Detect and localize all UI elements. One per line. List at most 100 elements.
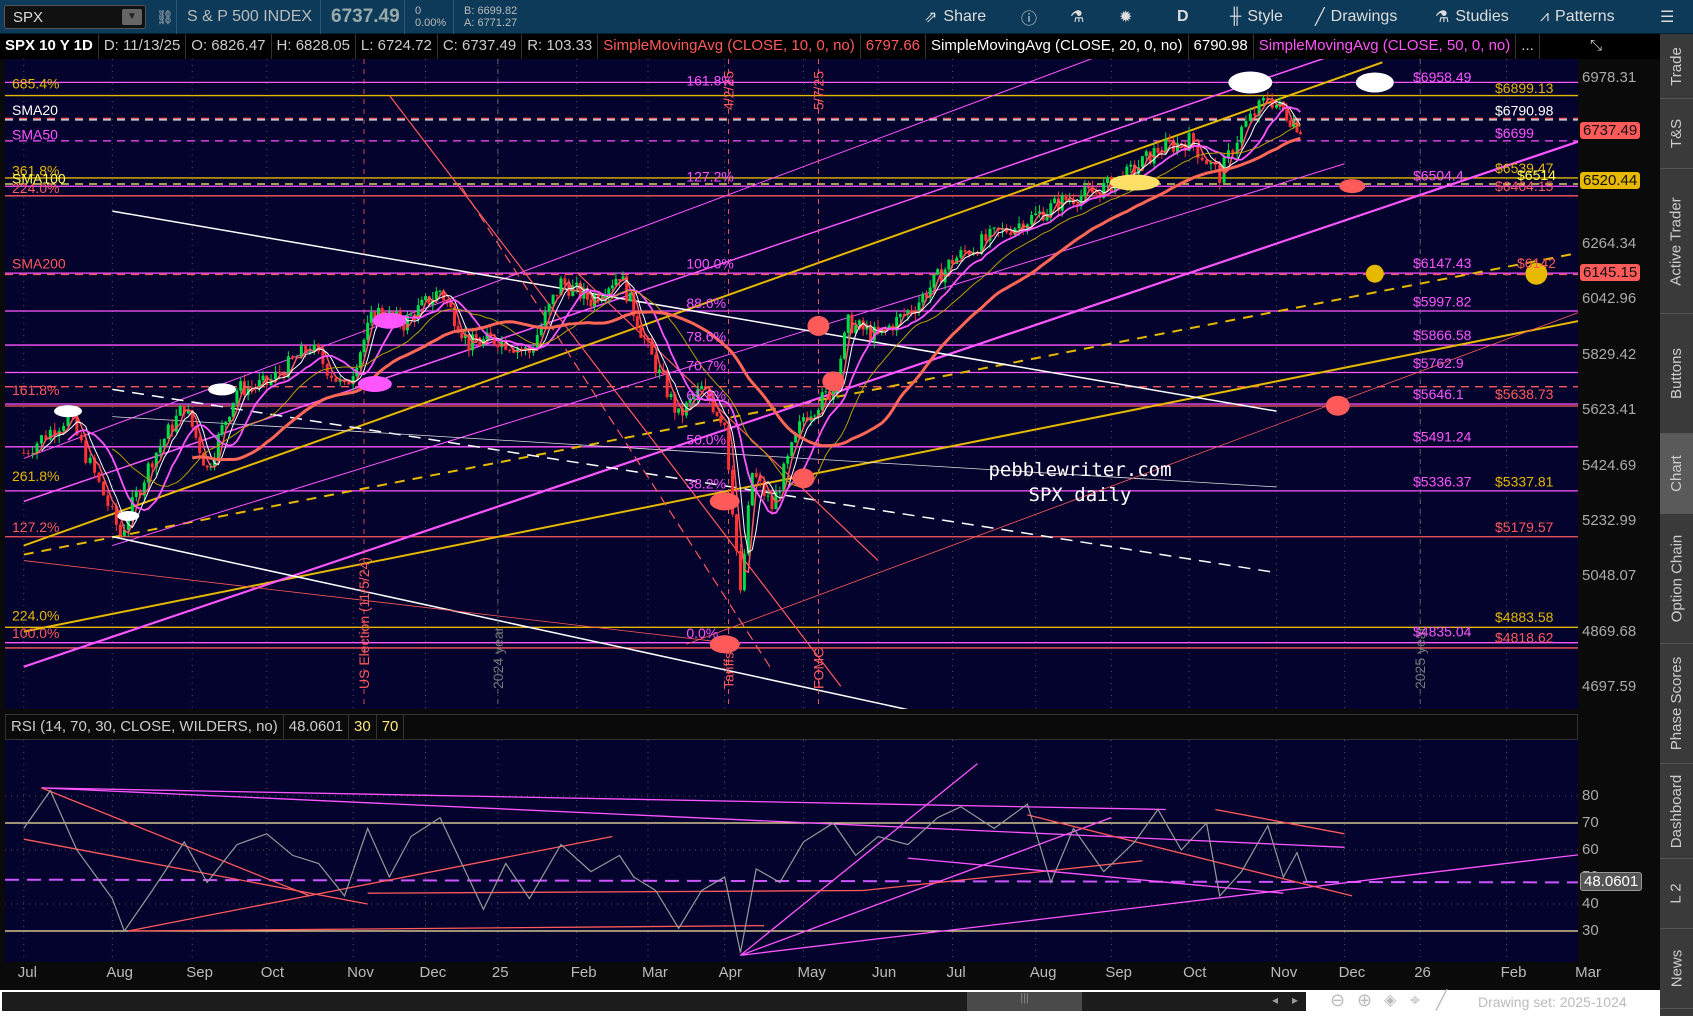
rsi-chart[interactable] bbox=[5, 740, 1578, 962]
highlight-marker bbox=[117, 510, 140, 521]
candle-body bbox=[603, 296, 607, 298]
sidebar-tab-label: Dashboard bbox=[1668, 774, 1686, 848]
candle-body bbox=[635, 316, 639, 328]
candle-body bbox=[434, 291, 438, 300]
study-sma10[interactable]: SimpleMovingAvg (CLOSE, 10, 0, no) bbox=[598, 34, 861, 59]
pencil-icon: ╱ bbox=[1315, 9, 1325, 26]
time-axis[interactable]: Jul Aug Sep Oct Nov Dec 25 Feb Mar Apr May Jun Jul Au… bbox=[5, 962, 1601, 986]
scrollbar-thumb[interactable]: ||| bbox=[967, 992, 1082, 1011]
candle-body bbox=[936, 269, 940, 275]
sidebar-tab-buttons[interactable]: Buttons bbox=[1660, 314, 1693, 434]
bid-value: B: 6699.82 bbox=[464, 5, 518, 17]
study-sma50[interactable]: SimpleMovingAvg (CLOSE, 50, 0, no) bbox=[1254, 34, 1517, 59]
info-button[interactable]: ⓘ bbox=[1021, 0, 1037, 34]
aggregation-button[interactable]: D bbox=[1177, 0, 1189, 34]
bid-ask: B: 6699.82 A: 6771.27 bbox=[453, 0, 517, 34]
sidebar-tab-t-s[interactable]: T&S bbox=[1660, 99, 1693, 169]
sidebar-tab-label: Phase Scores bbox=[1668, 656, 1686, 751]
candle-body bbox=[261, 375, 265, 381]
rsi-line bbox=[23, 789, 1308, 953]
price-badge: 6520.44 bbox=[1580, 172, 1641, 190]
study-sma20[interactable]: SimpleMovingAvg (CLOSE, 20, 0, no) bbox=[926, 34, 1189, 59]
fib-extension-label: 161.8% bbox=[12, 382, 59, 398]
menu-button[interactable]: ☰ bbox=[1660, 0, 1674, 34]
candle-body bbox=[205, 465, 209, 468]
fib-retracement-label: 88.6% bbox=[686, 295, 726, 311]
flask-icon: ⚗ bbox=[1070, 9, 1085, 26]
drawings-button[interactable]: ╱ Drawings bbox=[1315, 0, 1397, 34]
candle-body bbox=[1106, 177, 1110, 183]
price-chart[interactable]: US Election (11/5/24) 2024 year4/2/25Tari… bbox=[5, 59, 1578, 709]
sidebar-tab-label: Trade bbox=[1668, 46, 1686, 86]
rsi-value: 48.0601 bbox=[284, 715, 350, 739]
drawing-icon[interactable]: ╱ bbox=[1436, 990, 1447, 1011]
rsi-study-name[interactable]: RSI (14, 70, 30, CLOSE, WILDERS, no) bbox=[6, 715, 284, 739]
trendline-drawing bbox=[23, 560, 741, 645]
scroll-left-icon[interactable]: ◂ bbox=[1272, 993, 1278, 1007]
horizontal-scrollbar[interactable]: ||| ◂ ▸ bbox=[2, 992, 1306, 1011]
style-button[interactable]: ╫ Style bbox=[1230, 0, 1283, 34]
candle-body bbox=[62, 425, 66, 431]
sidebar-tab-l-2[interactable]: L 2 bbox=[1660, 859, 1693, 929]
sidebar-tab-trade[interactable]: Trade bbox=[1660, 34, 1693, 99]
flask-button[interactable]: ⚗ bbox=[1070, 0, 1084, 34]
candle-body bbox=[766, 495, 770, 497]
price-level-label: $5337.81 bbox=[1495, 473, 1554, 489]
pan-icon[interactable]: ◈ bbox=[1384, 990, 1396, 1010]
candle-body bbox=[992, 227, 996, 229]
month-label: Mar bbox=[1575, 964, 1601, 981]
candle-body bbox=[1261, 97, 1265, 101]
sidebar-tab-phase-scores[interactable]: Phase Scores bbox=[1660, 644, 1693, 764]
study-more[interactable]: ... bbox=[1516, 34, 1540, 59]
candle-body bbox=[1253, 113, 1257, 116]
studies-button[interactable]: ⚗ Studies bbox=[1435, 0, 1509, 34]
sidebar-tab-dashboard[interactable]: Dashboard bbox=[1660, 764, 1693, 859]
candle-body bbox=[575, 282, 579, 286]
bar-close: C: 6737.49 bbox=[438, 34, 523, 59]
collapse-icon[interactable]: ⤡ bbox=[1585, 34, 1607, 57]
candle-body bbox=[547, 304, 551, 312]
month-label: Nov bbox=[347, 964, 374, 981]
candle-body bbox=[150, 463, 154, 468]
patterns-button[interactable]: ⩘ Patterns bbox=[1540, 0, 1615, 34]
zoom-out-icon[interactable]: ⊖ bbox=[1330, 990, 1345, 1011]
candle-body bbox=[158, 445, 162, 453]
info-icon: ⓘ bbox=[1021, 11, 1038, 28]
candle-body bbox=[654, 354, 658, 373]
month-label: Jun bbox=[872, 964, 897, 981]
price-level-label: $5646.1 bbox=[1413, 386, 1464, 402]
candle-body bbox=[750, 472, 754, 506]
highlight-marker bbox=[1355, 72, 1394, 93]
price-level-label: $4818.62 bbox=[1495, 630, 1554, 646]
crosshair-icon[interactable]: ⌖ bbox=[1410, 990, 1420, 1011]
candle-body bbox=[220, 425, 224, 435]
chevron-down-icon[interactable]: ▼ bbox=[122, 9, 142, 25]
highlight-marker bbox=[1228, 71, 1273, 94]
sidebar-tab-option-chain[interactable]: Option Chain bbox=[1660, 514, 1693, 644]
sidebar-tab-chart[interactable]: Chart bbox=[1660, 434, 1693, 514]
sidebar-tab-news[interactable]: News bbox=[1660, 929, 1693, 1009]
price-tick: 5048.07 bbox=[1582, 567, 1637, 585]
price-level-label: $6464.15 bbox=[1495, 178, 1554, 194]
rsi-axis: 80706050403048.0601 bbox=[1578, 740, 1660, 962]
candle-body bbox=[778, 491, 782, 493]
month-label: Feb bbox=[1500, 964, 1527, 981]
fib-retracement-label: 61.8% bbox=[686, 387, 726, 403]
rsi-tick: 40 bbox=[1582, 895, 1599, 912]
scroll-right-icon[interactable]: ▸ bbox=[1292, 993, 1298, 1007]
candle-body bbox=[1244, 120, 1248, 127]
watermark-site: pebblewriter.com bbox=[988, 459, 1171, 481]
zoom-in-icon[interactable]: ⊕ bbox=[1357, 990, 1372, 1011]
share-button[interactable]: ⇗ Share bbox=[924, 0, 986, 34]
settings-button[interactable]: ✹ bbox=[1119, 0, 1132, 34]
month-label: 25 bbox=[491, 964, 509, 981]
highlight-marker bbox=[1109, 174, 1160, 191]
candle-body bbox=[1083, 186, 1087, 196]
link-icon[interactable]: ⛓ bbox=[156, 0, 174, 34]
drawing-set[interactable]: Drawing set: 2025-1024 bbox=[1478, 994, 1627, 1010]
price-axis[interactable]: 6978.31 6264.34 6042.96 5829.42 5623.41 5424.… bbox=[1578, 59, 1660, 709]
candle-body bbox=[898, 314, 902, 317]
sidebar-tab-label: Active Trader bbox=[1668, 196, 1685, 286]
sidebar-tab-active-trader[interactable]: Active Trader bbox=[1660, 169, 1693, 314]
symbol-selector[interactable]: SPX ▼ bbox=[4, 5, 146, 29]
